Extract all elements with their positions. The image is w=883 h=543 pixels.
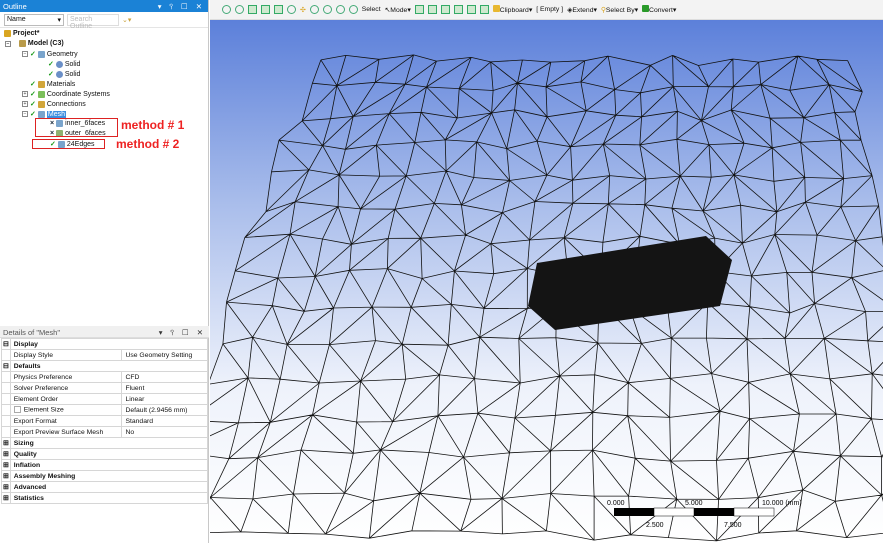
- group-advanced[interactable]: ⊞ Advanced: [1, 481, 209, 493]
- zoom-all-icon[interactable]: [348, 5, 358, 14]
- scale-label-10: 10.000 (mm): [762, 500, 802, 507]
- group-defaults[interactable]: ⊟ Defaults: [1, 360, 209, 372]
- row-solver-preference[interactable]: Solver Preference Fluent: [1, 382, 208, 394]
- face-icon[interactable]: [261, 5, 270, 14]
- solid-icon: [55, 60, 63, 68]
- row-physics-preference[interactable]: Physics Preference CFD: [1, 371, 208, 383]
- group-inflation[interactable]: ⊞ Inflation: [1, 459, 209, 471]
- solid-icon: [55, 70, 63, 78]
- search-input[interactable]: Search Outline: [67, 13, 119, 30]
- zoom-box-icon[interactable]: [322, 5, 332, 14]
- tree-model[interactable]: − Model (C3): [5, 40, 64, 47]
- zoom-icon[interactable]: [222, 5, 231, 14]
- scale-segment: [733, 507, 775, 517]
- details-titlebar: Details of "Mesh" ▾ ⫯ ☐ ✕: [0, 326, 209, 338]
- tree-solid[interactable]: ✓ Solid: [48, 60, 80, 68]
- row-element-order[interactable]: Element Order Linear: [1, 393, 208, 405]
- mode-button[interactable]: ↖Mode▾: [385, 6, 411, 14]
- connections-icon: [37, 100, 45, 108]
- outline-toolbar: Name ▾ Search Outline ⌄▾: [0, 12, 208, 30]
- group-display[interactable]: ⊟ Display: [1, 338, 209, 350]
- scale-label-2-5: 2.500: [646, 522, 664, 529]
- tree-project[interactable]: Project*: [4, 30, 39, 37]
- group-statistics[interactable]: ⊞ Statistics: [1, 492, 209, 504]
- annotation-method-2: method # 2: [116, 137, 180, 151]
- select-element-icon[interactable]: [479, 5, 489, 14]
- collapse-icon[interactable]: −: [5, 40, 11, 47]
- scale-segment: [694, 508, 734, 516]
- outline-title: Outline: [3, 2, 27, 11]
- tree-coordinate-systems[interactable]: + ✓ Coordinate Systems: [22, 90, 110, 98]
- annotation-box-1: [35, 118, 118, 137]
- select-label: Select: [361, 6, 381, 13]
- select-node-icon[interactable]: [466, 5, 476, 14]
- project-icon: [4, 30, 11, 37]
- select-edge-icon[interactable]: [427, 5, 437, 14]
- extend-button[interactable]: ◈Extend▾: [567, 6, 597, 14]
- zoom-out-icon[interactable]: [235, 5, 244, 14]
- row-export-preview[interactable]: Export Preview Surface Mesh No: [1, 426, 208, 438]
- annotation-box-2: [32, 139, 105, 149]
- details-panel: Details of "Mesh" ▾ ⫯ ☐ ✕ ⊟ Display Displa…: [0, 326, 209, 504]
- clipboard-button[interactable]: Clipboard▾: [492, 5, 532, 14]
- tree-materials[interactable]: ✓ Materials: [30, 80, 75, 88]
- outline-tree: Project* − Model (C3) − ✓ Geometry ✓ Solid …: [0, 28, 208, 318]
- row-export-format[interactable]: Export Format Standard: [1, 415, 208, 427]
- group-sizing[interactable]: ⊞ Sizing: [1, 437, 209, 449]
- tree-connections[interactable]: + ✓ Connections: [22, 100, 86, 108]
- model-icon: [18, 40, 26, 47]
- details-table: ⊟ Display Display Style Use Geometry Setti…: [1, 338, 209, 504]
- graphics-area: ✣ Select ↖Mode▾ Clipboard▾ [ Empty ] ◈Ex…: [210, 0, 883, 543]
- outline-titlebar: Outline ▾ ⫯ ☐ ✕: [0, 0, 208, 12]
- filter-chevron-icon[interactable]: ⌄▾: [122, 16, 131, 24]
- sort-select[interactable]: Name ▾: [4, 13, 64, 26]
- scale-segment: [653, 507, 695, 517]
- select-by-button[interactable]: ⚲Select By▾: [601, 6, 638, 14]
- scale-label-5: 5.000: [685, 500, 703, 507]
- clipboard-status: [ Empty ]: [536, 6, 564, 13]
- pan-icon[interactable]: ✣: [300, 6, 306, 14]
- select-face-icon[interactable]: [440, 5, 450, 14]
- convert-button[interactable]: Convert▾: [642, 5, 676, 14]
- graphics-toolbar: ✣ Select ↖Mode▾ Clipboard▾ [ Empty ] ◈Ex…: [210, 0, 883, 20]
- select-body-icon[interactable]: [453, 5, 463, 14]
- tree-solid[interactable]: ✓ Solid: [48, 70, 80, 78]
- scale-label-7-5: 7.500: [724, 522, 742, 529]
- scale-label-0: 0.000: [607, 500, 625, 507]
- pane-controls[interactable]: ▾ ⫯ ☐ ✕: [158, 2, 205, 11]
- annotation-method-1: method # 1: [121, 118, 185, 132]
- parameter-checkbox[interactable]: [13, 406, 21, 414]
- check-icon: ✓: [30, 51, 36, 58]
- scale-segment: [614, 508, 654, 516]
- zoom-in-icon[interactable]: [335, 5, 345, 14]
- scale-bar: 0.000 5.000 10.000 (mm) 2.500 7.500: [607, 500, 802, 529]
- materials-icon: [37, 80, 45, 88]
- left-pane: Outline ▾ ⫯ ☐ ✕ Name ▾ Search Outline ⌄▾ P…: [0, 0, 209, 543]
- axes-icon: [37, 90, 45, 98]
- row-display-style[interactable]: Display Style Use Geometry Setting: [1, 349, 208, 361]
- zoom-fit-icon[interactable]: [309, 5, 319, 14]
- geometry-icon: [37, 50, 45, 58]
- viewport[interactable]: 0.000 5.000 10.000 (mm) 2.500 7.500: [210, 20, 883, 543]
- select-vertex-icon[interactable]: [414, 5, 424, 14]
- group-quality[interactable]: ⊞ Quality: [1, 448, 209, 460]
- body-icon[interactable]: [248, 5, 257, 14]
- rotate-icon[interactable]: [287, 5, 296, 14]
- group-assembly-meshing[interactable]: ⊞ Assembly Meshing: [1, 470, 209, 482]
- view-icon[interactable]: [274, 5, 283, 14]
- collapse-icon[interactable]: −: [22, 51, 28, 57]
- row-element-size[interactable]: Element Size Default (2.9456 mm): [1, 404, 208, 416]
- tree-geometry[interactable]: − ✓ Geometry: [22, 50, 78, 58]
- pane-controls[interactable]: ▾ ⫯ ☐ ✕: [159, 328, 206, 337]
- tree-mesh[interactable]: − ✓ Mesh: [22, 110, 66, 118]
- mesh-icon: [37, 110, 45, 118]
